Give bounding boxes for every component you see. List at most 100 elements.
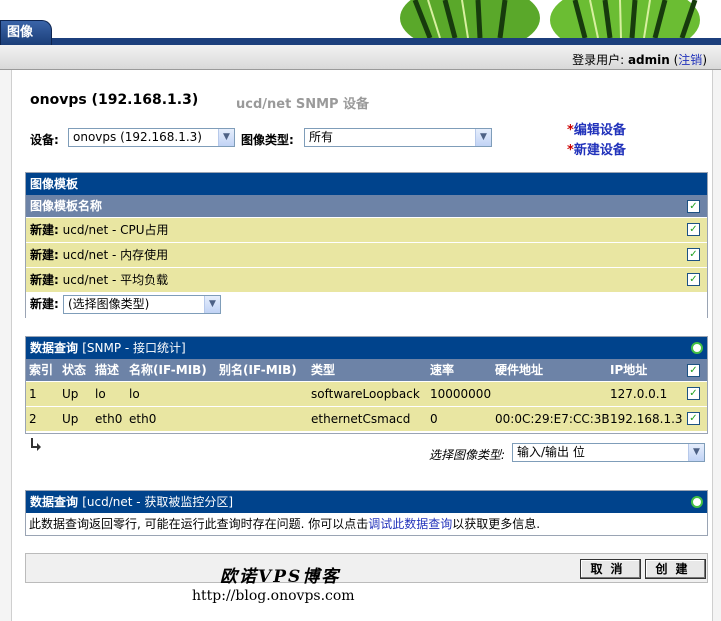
row-checkbox[interactable]: ✓ xyxy=(687,248,700,261)
reload-circle-icon[interactable] xyxy=(691,342,703,354)
corner-arrow-icon xyxy=(31,438,41,451)
cell-description: eth0 xyxy=(95,412,123,426)
cell-index: 2 xyxy=(29,412,37,426)
dq-interfaces-subtitle: [SNMP - 接口统计] xyxy=(82,341,186,355)
row-prefix: 新建: xyxy=(30,223,59,237)
new-graph-type-select[interactable]: (选择图像类型) ▼ xyxy=(63,295,221,314)
cell-name: eth0 xyxy=(129,412,157,426)
chevron-down-icon: ▼ xyxy=(218,129,234,146)
debug-query-link[interactable]: 调试此数据查询 xyxy=(368,517,452,531)
row-template-name: ucd/net - CPU占用 xyxy=(62,223,169,237)
create-button[interactable]: 创建 xyxy=(645,559,706,579)
dq-graph-type-select[interactable]: 输入/输出 位 ▼ xyxy=(512,443,705,462)
col-speed: 速率 xyxy=(430,363,455,377)
device-label: 设备: xyxy=(30,133,59,147)
row-checkbox[interactable]: ✓ xyxy=(687,273,700,286)
login-info: 登录用户: admin (注销) xyxy=(572,53,707,67)
dq-partitions-header: 数据查询 [ucd/net - 获取被监控分区] xyxy=(26,491,707,513)
required-star: * xyxy=(567,143,574,158)
edit-device-label: 编辑设备 xyxy=(573,123,626,138)
graph-templates-column-header: 图像模板名称 ✓ xyxy=(26,195,707,217)
cell-type: softwareLoopback xyxy=(311,387,420,401)
new-graph-type-value: (选择图像类型) xyxy=(68,297,150,311)
dq-interfaces-title: 数据查询 xyxy=(30,341,79,355)
top-banner: 图像 xyxy=(0,0,721,45)
device-template: ucd/net SNMP 设备 xyxy=(236,97,370,112)
tab-graphs[interactable]: 图像 xyxy=(0,20,52,45)
cell-status: Up xyxy=(62,387,79,401)
table-row[interactable]: 2 Up eth0 eth0 ethernetCsmacd 0 00:0C:29… xyxy=(26,406,707,431)
dq-interfaces-header: 数据查询 [SNMP - 接口统计] xyxy=(26,337,707,359)
row-checkbox[interactable]: ✓ xyxy=(687,223,700,236)
cell-ip-address: 127.0.0.1 xyxy=(610,387,668,401)
watermark-title: 欧诺VPS博客 xyxy=(220,567,341,587)
col-ip-address: IP地址 xyxy=(610,363,648,377)
select-all-checkbox[interactable]: ✓ xyxy=(687,364,700,377)
device-select-value: onovps (192.168.1.3) xyxy=(73,130,202,144)
dq-interfaces-column-header: 索引 状态 描述 名称(IF-MIB) 别名(IF-MIB) 类型 速率 硬件地… xyxy=(26,359,707,381)
device-title: onovps (192.168.1.3) xyxy=(30,92,199,108)
chevron-down-icon: ▼ xyxy=(475,129,491,146)
cell-speed: 0 xyxy=(430,412,438,426)
message-text: 此数据查询返回零行, 可能在运行此查询时存在问题. 你可以点击 xyxy=(29,517,369,531)
col-alias: 别名(IF-MIB) xyxy=(219,363,297,377)
col-status: 状态 xyxy=(62,363,87,377)
reload-circle-icon[interactable] xyxy=(691,496,703,508)
cell-status: Up xyxy=(62,412,79,426)
login-bar: 登录用户: admin (注销) xyxy=(0,45,721,70)
new-device-link[interactable]: *新建设备 xyxy=(567,139,626,158)
required-star: * xyxy=(567,123,574,138)
col-index: 索引 xyxy=(29,363,54,377)
col-description: 描述 xyxy=(95,363,120,377)
graph-template-name-column: 图像模板名称 xyxy=(30,199,103,213)
dq-interfaces-panel: 数据查询 [SNMP - 接口统计] 索引 状态 描述 名称(IF-MIB) 别… xyxy=(25,336,708,434)
graph-template-row: 新建: ucd/net - 内存使用 ✓ xyxy=(26,242,707,267)
select-graph-type-label: 选择图像类型: xyxy=(429,448,506,462)
cell-name: lo xyxy=(129,387,140,401)
login-label: 登录用户: xyxy=(572,53,625,67)
dq-partitions-message: 此数据查询返回零行, 可能在运行此查询时存在问题. 你可以点击调试此数据查询以获… xyxy=(26,513,707,535)
edit-device-link[interactable]: *编辑设备 xyxy=(567,119,626,138)
cancel-button[interactable]: 取消 xyxy=(580,559,641,579)
new-graph-row: 新建: (选择图像类型) ▼ xyxy=(26,292,707,318)
cell-speed: 10000000 xyxy=(430,387,492,401)
select-all-checkbox[interactable]: ✓ xyxy=(687,200,700,213)
row-checkbox[interactable]: ✓ xyxy=(687,387,700,400)
chevron-down-icon: ▼ xyxy=(688,444,704,461)
cell-index: 1 xyxy=(29,387,37,401)
graph-template-row: 新建: ucd/net - CPU占用 ✓ xyxy=(26,217,707,242)
row-prefix: 新建: xyxy=(30,248,59,262)
graph-type-label: 图像类型: xyxy=(241,133,294,147)
graph-templates-header: 图像模板 xyxy=(26,173,707,195)
chevron-down-icon: ▼ xyxy=(204,296,220,313)
device-select[interactable]: onovps (192.168.1.3) ▼ xyxy=(68,128,235,147)
graph-template-row: 新建: ucd/net - 平均负载 ✓ xyxy=(26,267,707,292)
graph-type-select[interactable]: 所有 ▼ xyxy=(304,128,492,147)
cell-ip-address: 192.168.1.3 xyxy=(610,412,683,426)
row-template-name: ucd/net - 内存使用 xyxy=(62,248,169,262)
graph-type-select-value: 所有 xyxy=(309,130,334,144)
dq-partitions-title: 数据查询 xyxy=(30,495,79,509)
new-device-label: 新建设备 xyxy=(573,143,626,158)
dq-partitions-panel: 数据查询 [ucd/net - 获取被监控分区] 此数据查询返回零行, 可能在运… xyxy=(25,490,708,536)
dq-partitions-subtitle: [ucd/net - 获取被监控分区] xyxy=(82,495,234,509)
col-name: 名称(IF-MIB) xyxy=(129,363,207,377)
login-user: admin xyxy=(627,53,670,67)
table-row[interactable]: 1 Up lo lo softwareLoopback 10000000 127… xyxy=(26,381,707,406)
row-prefix: 新建: xyxy=(30,273,59,287)
graph-templates-panel: 图像模板 图像模板名称 ✓ 新建: ucd/net - CPU占用 ✓ 新建: … xyxy=(25,172,708,318)
left-rail xyxy=(0,70,12,621)
cell-type: ethernetCsmacd xyxy=(311,412,411,426)
message-text-end: 以获取更多信息. xyxy=(452,517,541,531)
logout-link[interactable]: 注销 xyxy=(678,53,702,67)
watermark-url: http://blog.onovps.com xyxy=(192,588,355,604)
cell-description: lo xyxy=(95,387,106,401)
col-type: 类型 xyxy=(311,363,336,377)
graph-templates-title: 图像模板 xyxy=(30,177,79,191)
cactus-banner-art xyxy=(320,0,721,45)
row-checkbox[interactable]: ✓ xyxy=(687,412,700,425)
col-hw-address: 硬件地址 xyxy=(495,363,544,377)
new-graph-label: 新建: xyxy=(30,297,59,311)
row-template-name: ucd/net - 平均负载 xyxy=(62,273,169,287)
right-rail xyxy=(712,70,721,621)
